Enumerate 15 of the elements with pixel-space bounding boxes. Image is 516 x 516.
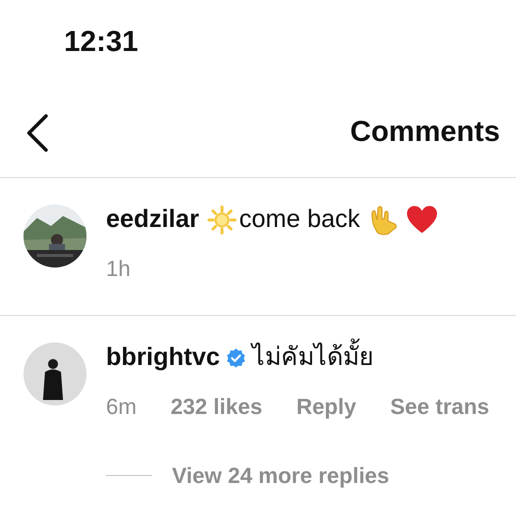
verified-badge-icon [226,348,246,368]
page-title: Comments [350,114,500,150]
status-time: 12:31 [64,26,138,58]
comment-text: ไม่คัมได้มั้ย [252,339,374,377]
comment-time: 6m [106,393,137,421]
sun-icon [207,205,238,235]
username[interactable]: eedzilar [106,201,200,239]
comment-meta[interactable]: See trans [390,390,490,423]
heart-icon [406,205,438,235]
comment-time: 1h [106,255,130,283]
comment-meta[interactable]: 232 likes [170,390,262,423]
view-replies-link[interactable]: View 24 more replies [172,459,390,492]
username[interactable]: bbrightvc [106,339,220,377]
comment-meta[interactable]: Reply [296,390,356,423]
comment-text: come back [239,204,360,236]
